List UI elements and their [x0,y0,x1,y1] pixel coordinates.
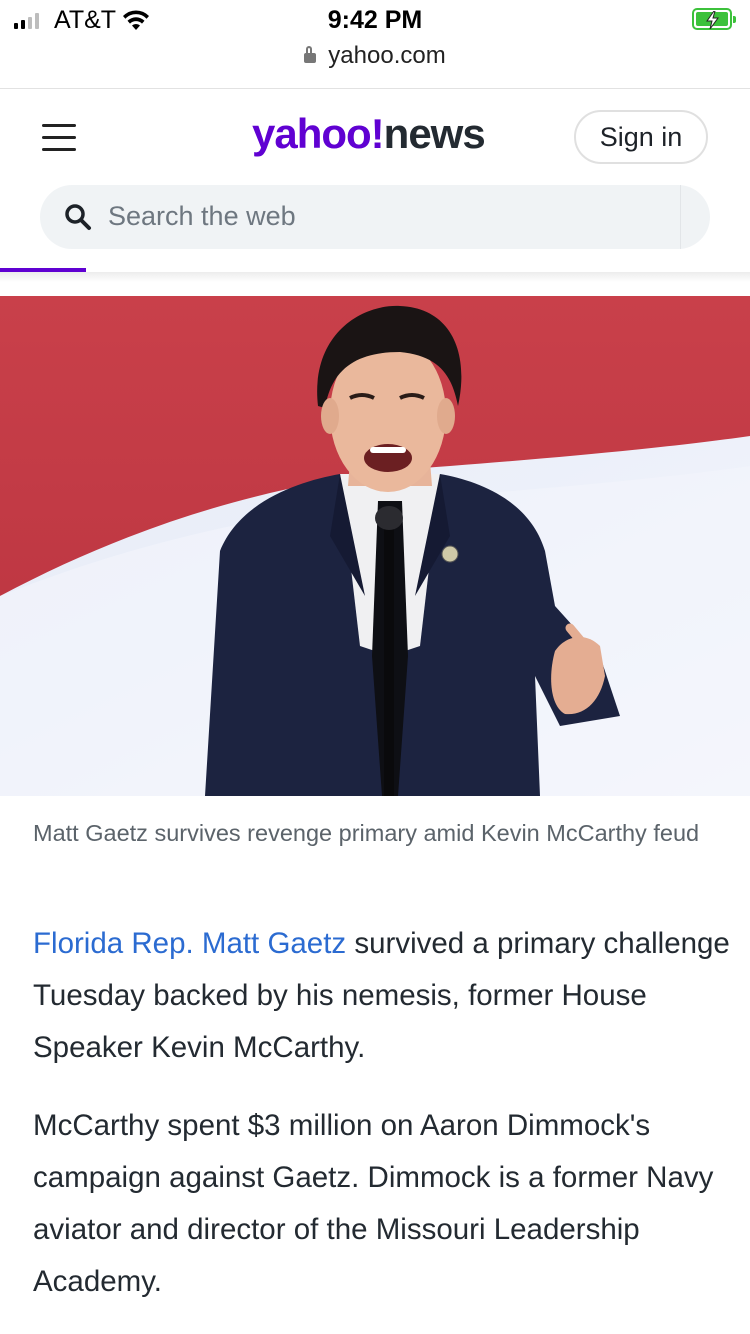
search-icon [65,204,91,230]
url-text: yahoo.com [328,42,446,69]
gaetz-link[interactable]: Florida Rep. Matt Gaetz [33,927,346,960]
article-paragraph-1: Florida Rep. Matt Gaetz survived a prima… [33,918,733,1074]
search-divider [680,185,681,249]
status-bar: AT&T 9:42 PM yahoo.com [0,0,750,89]
search-bar[interactable]: Search the web [40,185,710,249]
sign-in-button[interactable]: Sign in [574,110,708,164]
logo-news: news [383,110,486,157]
article-paragraph-2: McCarthy spent $3 million on Aaron Dimmo… [33,1109,714,1298]
menu-icon[interactable] [42,124,76,152]
article-photo [0,296,750,796]
battery-charging-icon [692,8,736,30]
article-image[interactable] [0,296,750,796]
yahoo-news-logo[interactable]: yahoo!news [252,110,486,158]
image-caption: Matt Gaetz survives revenge primary amid… [33,820,700,846]
logo-yahoo: yahoo! [252,110,385,157]
address-bar[interactable]: yahoo.com [0,42,750,70]
search-input[interactable]: Search the web [108,201,296,232]
header-shadow [0,272,750,282]
lock-icon [304,46,317,63]
clock: 9:42 PM [327,6,423,34]
